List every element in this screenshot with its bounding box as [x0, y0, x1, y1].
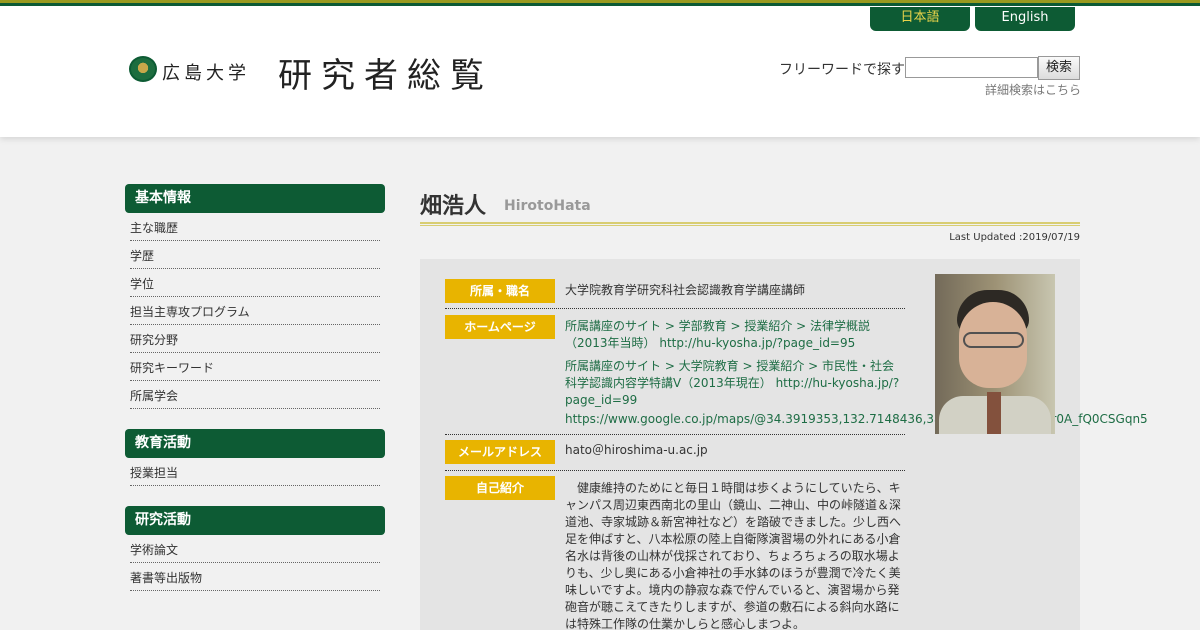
- language-japanese-button[interactable]: 日本語: [870, 7, 970, 31]
- email-value: hato＠hiroshima-u.ac.jp: [565, 443, 708, 457]
- language-english-button[interactable]: English: [975, 7, 1075, 31]
- homepage-link-3[interactable]: https://www.google.co.jp/maps/@34.391935…: [565, 412, 1148, 426]
- sidebar-heading-education: 教育活動: [125, 429, 385, 458]
- name-divider: [420, 222, 1080, 226]
- sidebar-education: 教育活動 授業担当: [125, 429, 385, 486]
- profile-photo-icon: [935, 274, 1055, 434]
- researcher-name: 畑浩人: [420, 194, 487, 219]
- row-divider: [445, 470, 905, 471]
- homepage-link-2[interactable]: 所属講座のサイト > 大学院教育 > 授業紹介 > 市民性・社会科学認識内容学特…: [565, 358, 905, 409]
- photo-glasses: [963, 332, 1024, 348]
- researcher-name-romaji: HirotoHata: [504, 198, 591, 214]
- sidebar-item-affiliated-societies[interactable]: 所属学会: [130, 381, 380, 409]
- free-word-search-input[interactable]: [905, 57, 1038, 78]
- hiroshima-university-logo-icon[interactable]: [129, 56, 157, 82]
- intro-label: 自己紹介: [445, 476, 555, 500]
- sidebar-item-research-field[interactable]: 研究分野: [130, 325, 380, 353]
- search-label: フリーワードで探す: [779, 62, 905, 78]
- row-divider: [445, 434, 905, 435]
- top-color-bar: [0, 0, 1200, 6]
- sidebar-heading-basic-info: 基本情報: [125, 184, 385, 213]
- sidebar-heading-research: 研究活動: [125, 506, 385, 535]
- affiliation-value: 大学院教育学研究科社会認識教育学講座講師: [565, 283, 806, 297]
- row-divider: [445, 308, 905, 309]
- sidebar-item-program[interactable]: 担当主専攻プログラム: [130, 297, 380, 325]
- sidebar-item-publications[interactable]: 著書等出版物: [130, 563, 380, 591]
- homepage-link-1[interactable]: 所属講座のサイト > 学部教育 > 授業紹介 > 法律学概説（2013年当時） …: [565, 318, 905, 352]
- site-title[interactable]: 研究者総覧: [278, 48, 493, 97]
- sidebar-item-courses[interactable]: 授業担当: [130, 458, 380, 486]
- sidebar-item-education[interactable]: 学歴: [130, 241, 380, 269]
- sidebar-item-academic-papers[interactable]: 学術論文: [130, 535, 380, 563]
- sidebar-basic-info: 基本情報 主な職歴 学歴 学位 担当主専攻プログラム 研究分野 研究キーワード …: [125, 184, 385, 409]
- sidebar-item-research-keywords[interactable]: 研究キーワード: [130, 353, 380, 381]
- photo-tie: [987, 392, 1001, 434]
- affiliation-label: 所属・職名: [445, 279, 555, 303]
- email-label: メールアドレス: [445, 440, 555, 464]
- sidebar-research: 研究活動 学術論文 著書等出版物: [125, 506, 385, 591]
- homepage-label: ホームページ: [445, 315, 555, 339]
- advanced-search-link[interactable]: 詳細検索はこちら: [985, 81, 1081, 98]
- search-button[interactable]: 検索: [1038, 56, 1080, 80]
- intro-text: 健康維持のためにと毎日１時間は歩くようにしていたら、キャンパス周辺東西南北の里山…: [565, 481, 902, 630]
- sidebar-item-main-career[interactable]: 主な職歴: [130, 213, 380, 241]
- university-name[interactable]: 広島大学: [162, 59, 250, 85]
- last-updated: Last Updated :2019/07/19: [949, 232, 1080, 243]
- sidebar-item-degree[interactable]: 学位: [130, 269, 380, 297]
